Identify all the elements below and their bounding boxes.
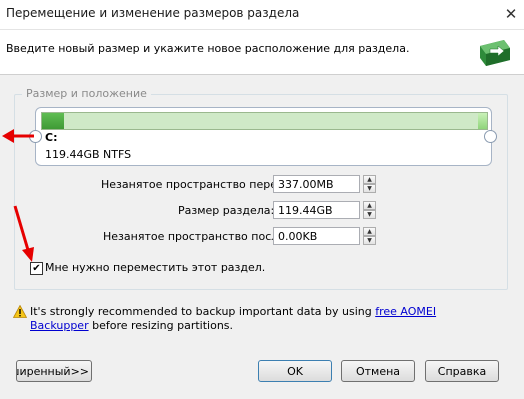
dialog-header: Введите новый размер и укажите новое рас… xyxy=(0,30,524,75)
move-partition-label[interactable]: Мне нужно переместить этот раздел. xyxy=(45,261,265,274)
instruction-text: Введите новый размер и укажите новое рас… xyxy=(6,42,410,55)
title-bar: Перемещение и изменение размеров раздела… xyxy=(0,0,524,30)
spin-up-icon[interactable]: ▲ xyxy=(363,175,376,184)
warning-text-end: before resizing partitions. xyxy=(88,319,234,332)
drive-letter: C: xyxy=(45,131,58,144)
spin-down-icon[interactable]: ▼ xyxy=(363,210,376,219)
unallocated-after-field[interactable] xyxy=(273,227,360,245)
move-partition-checkbox[interactable]: ✔ xyxy=(30,262,43,275)
ok-button[interactable]: OK xyxy=(258,360,332,382)
drive-info: 119.44GB NTFS xyxy=(45,148,132,161)
group-legend: Размер и положение xyxy=(22,87,151,100)
window-title: Перемещение и изменение размеров раздела xyxy=(6,6,300,20)
unallocated-before-spinner[interactable]: ▲ ▼ xyxy=(363,175,376,193)
partition-size-field[interactable] xyxy=(273,201,360,219)
spin-down-icon[interactable]: ▼ xyxy=(363,184,376,193)
cancel-button[interactable]: Отмена xyxy=(341,360,415,382)
partition-bar[interactable] xyxy=(41,112,488,130)
left-resize-handle[interactable] xyxy=(29,130,42,143)
spin-down-icon[interactable]: ▼ xyxy=(363,236,376,245)
close-button[interactable]: ✕ xyxy=(500,4,522,24)
partition-free-fill xyxy=(478,113,487,129)
spin-up-icon[interactable]: ▲ xyxy=(363,227,376,236)
help-button[interactable]: Справка xyxy=(425,360,499,382)
backup-warning: It's strongly recommended to backup impo… xyxy=(30,305,490,333)
warning-icon xyxy=(13,305,27,318)
spin-up-icon[interactable]: ▲ xyxy=(363,201,376,210)
advanced-button[interactable]: асширенный>> xyxy=(16,360,92,382)
partition-used-fill xyxy=(42,113,65,129)
resize-move-partition-icon xyxy=(480,40,510,66)
right-resize-handle[interactable] xyxy=(484,130,497,143)
unallocated-before-label: Незанятое пространство перед: xyxy=(101,178,289,191)
partition-size-spinner[interactable]: ▲ ▼ xyxy=(363,201,376,219)
unallocated-before-field[interactable] xyxy=(273,175,360,193)
unallocated-after-spinner[interactable]: ▲ ▼ xyxy=(363,227,376,245)
warning-text-start: It's strongly recommended to backup impo… xyxy=(30,305,376,318)
partition-size-label: Размер раздела: xyxy=(178,204,275,217)
unallocated-after-label: Незанятое пространство после: xyxy=(103,230,289,243)
